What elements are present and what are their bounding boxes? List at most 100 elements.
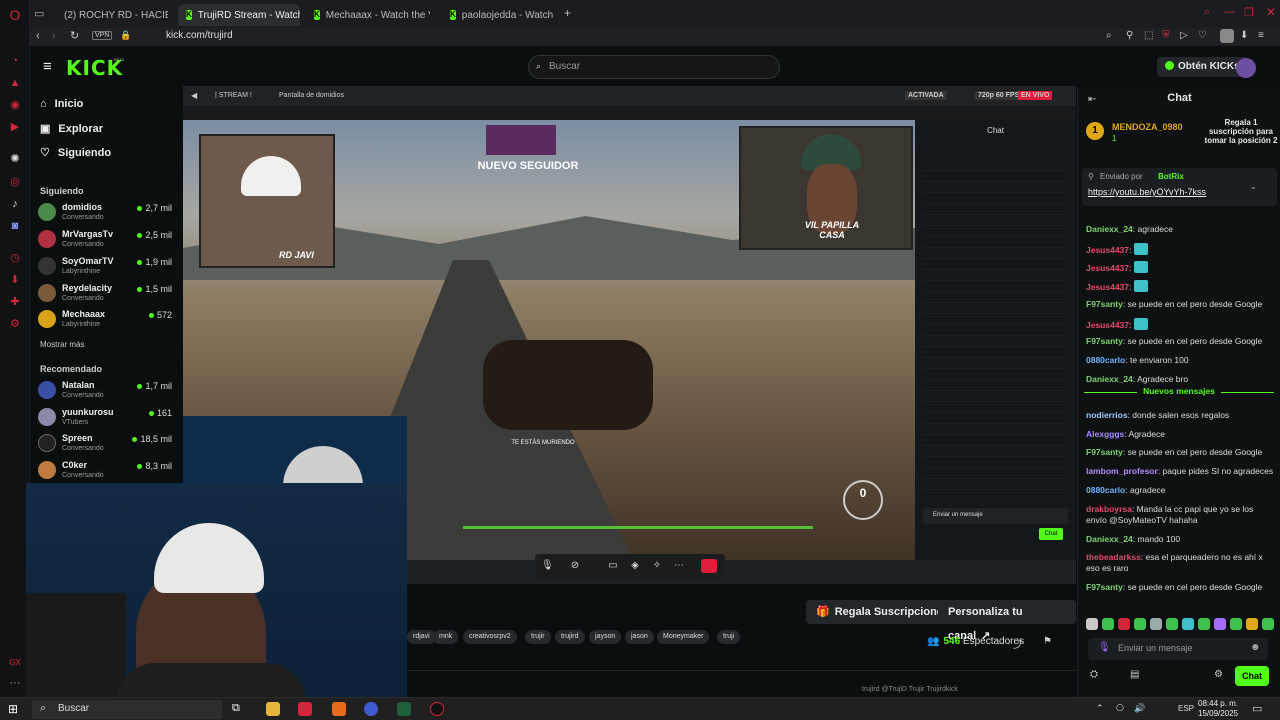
- opera-gx-icon[interactable]: [298, 702, 312, 716]
- channel-item[interactable]: MrVargasTv Conversando 2,5 mil: [38, 227, 178, 253]
- chat-message[interactable]: thebeadarkss: esa el parqueadero no es a…: [1086, 552, 1274, 574]
- snapshot-icon[interactable]: ⬚: [1144, 30, 1153, 41]
- chat-message[interactable]: F97santy: se puede en cel pero desde Goo…: [1086, 336, 1274, 347]
- minimize-icon[interactable]: —: [1224, 6, 1235, 18]
- close-window-icon[interactable]: ✕: [1266, 5, 1276, 19]
- mic-icon[interactable]: 🎙: [541, 560, 554, 572]
- chat-username[interactable]: F97santy: [1086, 336, 1123, 346]
- emote-icon[interactable]: [1150, 618, 1162, 630]
- nav-explore[interactable]: ▣ Explorar: [40, 122, 103, 135]
- tag-chip[interactable]: jason: [625, 630, 654, 644]
- more-icon[interactable]: ⋯: [673, 560, 685, 572]
- chat-username[interactable]: 0880carlo: [1086, 485, 1125, 495]
- opera-logo-icon[interactable]: O: [8, 8, 22, 22]
- tab-mechaaax[interactable]: K Mechaaax - Watch the V: [306, 4, 430, 26]
- search-input[interactable]: ⌕ Buscar: [528, 55, 780, 79]
- wallet-icon[interactable]: ▲: [8, 76, 22, 90]
- tag-chip[interactable]: trujir: [525, 630, 551, 644]
- extensions-icon[interactable]: ✚: [8, 295, 22, 309]
- chat-message[interactable]: lambom_profesor: paque pides SI no agrad…: [1086, 466, 1274, 477]
- shield-icon[interactable]: ⛨: [1162, 30, 1170, 41]
- search-tabs-icon[interactable]: ⌕: [1204, 6, 1210, 19]
- nav-following[interactable]: ♡ Siguiendo: [40, 146, 111, 159]
- show-more-link[interactable]: Mostrar más: [40, 340, 84, 349]
- chat-message[interactable]: drakboyrsa: Manda la cc papi que yo se l…: [1086, 504, 1274, 526]
- chat-message[interactable]: Jesus4437:: [1086, 317, 1274, 331]
- emote-icon[interactable]: [1262, 618, 1274, 630]
- social-links[interactable]: trujird @TrujiD Trujir Trujirdkick: [862, 686, 958, 693]
- task-view-icon[interactable]: ⧉: [232, 702, 246, 716]
- more-icon[interactable]: ···: [8, 676, 22, 690]
- customize-channel-button[interactable]: Personaliza tu canal ↗: [938, 600, 1076, 642]
- tab-trujird[interactable]: K TrujiRD Stream - Watch L: [178, 4, 300, 26]
- tag-chip[interactable]: truji: [717, 630, 741, 644]
- vpn-badge[interactable]: VPN: [92, 31, 113, 40]
- chat-username[interactable]: Jesus4437: [1086, 245, 1129, 255]
- unpin-icon[interactable]: ⌄: [1250, 182, 1257, 191]
- taskbar-search[interactable]: ⌕ Buscar: [32, 700, 222, 719]
- chat-username[interactable]: Jesus4437: [1086, 263, 1129, 273]
- reload-icon[interactable]: ↻: [70, 29, 79, 42]
- chat-username[interactable]: Daniexx_24: [1086, 374, 1133, 384]
- chat-message[interactable]: F97santy: se puede en cel pero desde Goo…: [1086, 582, 1274, 593]
- new-tab-icon[interactable]: +: [564, 6, 571, 20]
- history-icon[interactable]: ◷: [8, 251, 22, 265]
- obs-icon[interactable]: [430, 702, 444, 716]
- emote-icon[interactable]: [1134, 618, 1146, 630]
- chat-menu-icon[interactable]: ▤: [1130, 669, 1139, 680]
- heart-icon[interactable]: ♡: [1198, 30, 1207, 41]
- chat-username[interactable]: Jesus4437: [1086, 320, 1129, 330]
- channel-item[interactable]: SoyOmarTV Labyrinthine 1,9 mil: [38, 254, 178, 280]
- tag-chip[interactable]: creativosrpv2: [463, 630, 517, 644]
- effects-icon[interactable]: ✧: [651, 560, 663, 572]
- app-icon[interactable]: [332, 702, 346, 716]
- chat-username[interactable]: drakboyrsa: [1086, 504, 1132, 514]
- notifications-icon[interactable]: ▭: [1252, 702, 1262, 715]
- terminal-icon[interactable]: [397, 702, 411, 716]
- chat-username[interactable]: 0880carlo: [1086, 355, 1125, 365]
- chat-message[interactable]: Jesus4437:: [1086, 261, 1274, 274]
- menu-icon[interactable]: ≡: [1258, 30, 1264, 41]
- chat-message[interactable]: F97santy: se puede en cel pero desde Goo…: [1086, 447, 1274, 458]
- chat-input[interactable]: 🎙 Enviar un mensaje ☻: [1088, 638, 1268, 660]
- chatgpt-icon[interactable]: ✺: [8, 152, 22, 166]
- tiktok-icon[interactable]: ♪: [8, 197, 22, 211]
- emoji-icon[interactable]: ☻: [1250, 642, 1261, 653]
- channel-item[interactable]: C0ker Conversando 8,3 mil: [38, 458, 178, 484]
- discord-taskbar-icon[interactable]: [364, 702, 378, 716]
- nav-home[interactable]: ⌂ Inicio: [40, 98, 83, 110]
- chat-message[interactable]: 0880carlo: te enviaron 100: [1086, 355, 1274, 366]
- chat-username[interactable]: lambom_profesor: [1086, 466, 1158, 476]
- chat-username[interactable]: F97santy: [1086, 447, 1123, 457]
- chat-message[interactable]: Jesus4437:: [1086, 242, 1274, 256]
- channel-item[interactable]: Spreen Conversando 18,5 mil: [38, 431, 178, 457]
- file-explorer-icon[interactable]: [266, 702, 280, 716]
- emote-icon[interactable]: [1118, 618, 1130, 630]
- tag-chip[interactable]: rdjavi: [407, 630, 436, 644]
- chat-username[interactable]: nodierrios: [1086, 410, 1128, 420]
- profile-avatar[interactable]: [1220, 29, 1234, 43]
- pinned-message[interactable]: ⚲ Enviado por BotRix https://youtu.be/yO…: [1082, 168, 1277, 206]
- forward-icon[interactable]: ›: [52, 30, 56, 42]
- chat-username[interactable]: Daniexx_24: [1086, 224, 1133, 234]
- emote-icon[interactable]: [1086, 618, 1098, 630]
- settings-icon[interactable]: ⚙: [1214, 669, 1223, 680]
- chat-username[interactable]: F97santy: [1086, 582, 1123, 592]
- volume-icon[interactable]: 🔊: [1134, 703, 1145, 714]
- channel-item[interactable]: Natalan Conversando 1,7 mil: [38, 378, 178, 404]
- windows-start-icon[interactable]: ⊞: [8, 702, 18, 716]
- chat-send-button[interactable]: Chat: [1235, 666, 1269, 686]
- points-icon[interactable]: ⛭: [1090, 669, 1098, 680]
- emote-icon[interactable]: [1246, 618, 1258, 630]
- discord-icon[interactable]: ◙: [8, 219, 22, 233]
- aria-icon[interactable]: ◔: [8, 54, 22, 68]
- emote-icon[interactable]: [1198, 618, 1210, 630]
- chat-message[interactable]: 0880carlo: agradece: [1086, 485, 1274, 496]
- chat-username[interactable]: Jesus4437: [1086, 282, 1129, 292]
- downloads-icon[interactable]: ⬇: [8, 273, 22, 287]
- end-call-button[interactable]: [701, 559, 717, 573]
- maximize-icon[interactable]: ❐: [1244, 6, 1254, 19]
- screen-icon[interactable]: ▭: [607, 560, 619, 572]
- gamepad-icon[interactable]: ◈: [629, 560, 641, 572]
- back-icon[interactable]: ‹: [36, 30, 40, 42]
